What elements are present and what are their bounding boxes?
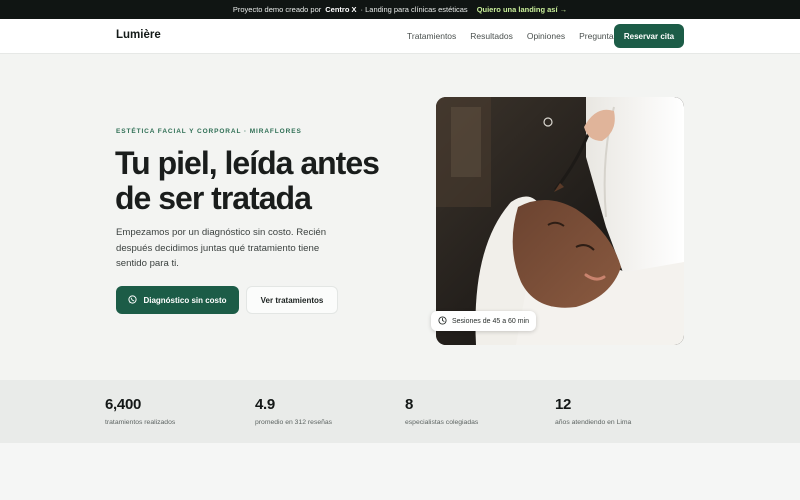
- stat-treatments: 6,400 tratamientos realizados: [105, 396, 175, 426]
- nav-link-resultados[interactable]: Resultados: [470, 31, 513, 41]
- view-treatments-button[interactable]: Ver tratamientos: [246, 286, 338, 314]
- session-badge: Sesiones de 45 a 60 min: [431, 311, 536, 331]
- stat-value: 4.9: [255, 396, 275, 413]
- main-nav: Lumière Tratamientos Resultados Opinione…: [0, 19, 800, 54]
- session-badge-label: Sesiones de 45 a 60 min: [452, 317, 530, 325]
- diagnosis-button[interactable]: Diagnóstico sin costo: [116, 286, 239, 314]
- logo[interactable]: Lumière: [116, 29, 161, 41]
- nav-link-preguntas[interactable]: Preguntas: [579, 31, 618, 41]
- hero-eyebrow: ESTÉTICA FACIAL Y CORPORAL · MIRAFLORES: [116, 128, 302, 135]
- announcement-brand: Centro X: [325, 5, 357, 14]
- whatsapp-icon: [128, 294, 138, 306]
- nav-link-tratamientos[interactable]: Tratamientos: [407, 31, 456, 41]
- stat-label: especialistas colegiadas: [405, 419, 479, 426]
- announcement-bar: Proyecto demo creado por Centro X · Land…: [0, 0, 800, 19]
- reserve-button[interactable]: Reservar cita: [614, 24, 684, 48]
- hero-lead: Empezamos por un diagnóstico sin costo. …: [116, 227, 327, 269]
- announcement-link[interactable]: Quiero una landing así →: [477, 5, 567, 14]
- stat-rating: 4.9 promedio en 312 reseñas: [255, 396, 332, 426]
- announcement-suffix: · Landing para clínicas estéticas: [360, 5, 468, 14]
- nav-link-opiniones[interactable]: Opiniones: [527, 31, 565, 41]
- hero-photo: [436, 97, 684, 345]
- stat-value: 8: [405, 396, 414, 413]
- stat-value: 6,400: [105, 396, 142, 413]
- stat-label: años atendiendo en Lima: [555, 419, 632, 426]
- announcement-prefix: Proyecto demo creado por: [232, 5, 322, 14]
- clock-icon: [438, 315, 447, 327]
- nav-links: Tratamientos Resultados Opiniones Pregun…: [407, 31, 618, 41]
- stat-years: 12 años atendiendo en Lima: [555, 396, 631, 426]
- diagnosis-button-label: Diagnóstico sin costo: [143, 295, 227, 305]
- stats-strip: 6,400 tratamientos realizados 4.9 promed…: [0, 380, 800, 443]
- hero-headline: Tu piel, leída antes de ser tratada: [115, 145, 380, 216]
- stat-specialists: 8 especialistas colegiadas: [405, 396, 478, 426]
- stat-label: promedio en 312 reseñas: [255, 419, 333, 426]
- next-section: [0, 443, 800, 500]
- stat-value: 12: [555, 396, 572, 413]
- stat-label: tratamientos realizados: [105, 419, 176, 426]
